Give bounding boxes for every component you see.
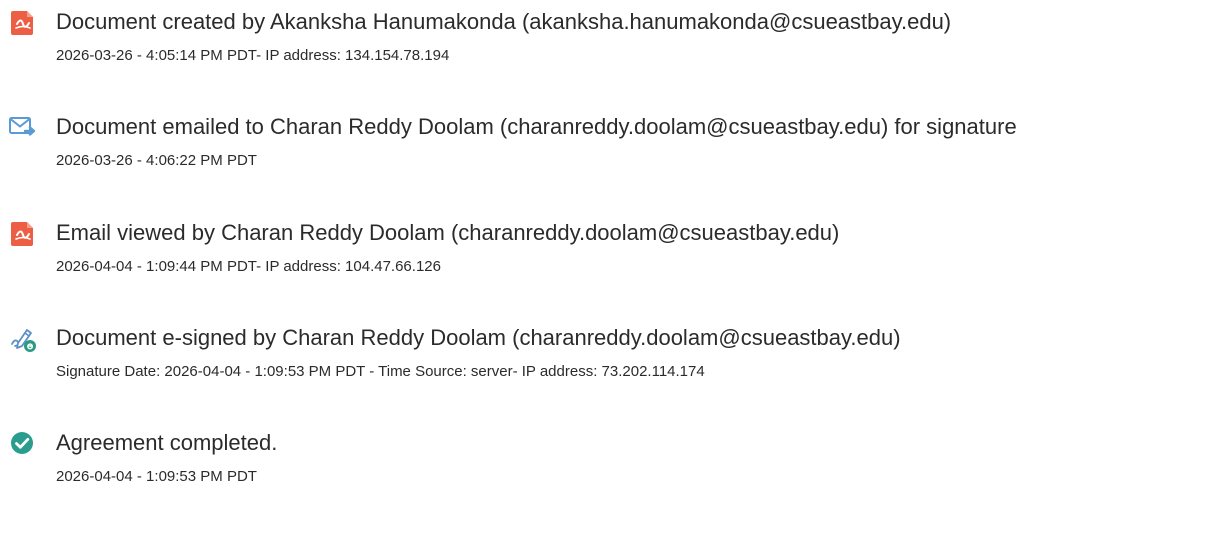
event-timestamp: 2026-03-26 - 4:05:14 PM PDT- IP address:… (56, 47, 450, 64)
email-sent-icon (8, 112, 38, 142)
e-sign-pen-icon (8, 323, 38, 353)
email-viewed-icon (8, 218, 38, 248)
event-timestamp: Signature Date: 2026-04-04 - 1:09:53 PM … (56, 363, 705, 380)
event-title: Document e-signed by Charan Reddy Doolam… (56, 325, 901, 350)
event-title: Email viewed by Charan Reddy Doolam (cha… (56, 220, 840, 245)
document-created-icon (8, 7, 38, 37)
event-title: Document created by Akanksha Hanumakonda… (56, 9, 952, 34)
event-title: Agreement completed. (56, 430, 278, 455)
event-title: Document emailed to Charan Reddy Doolam … (56, 114, 1017, 139)
checkmark-circle-icon (8, 428, 38, 458)
event-timestamp: 2026-03-26 - 4:06:22 PM PDT (56, 152, 257, 169)
event-timestamp: 2026-04-04 - 1:09:53 PM PDT (56, 468, 257, 485)
event-timestamp: 2026-04-04 - 1:09:44 PM PDT- IP address:… (56, 258, 441, 275)
